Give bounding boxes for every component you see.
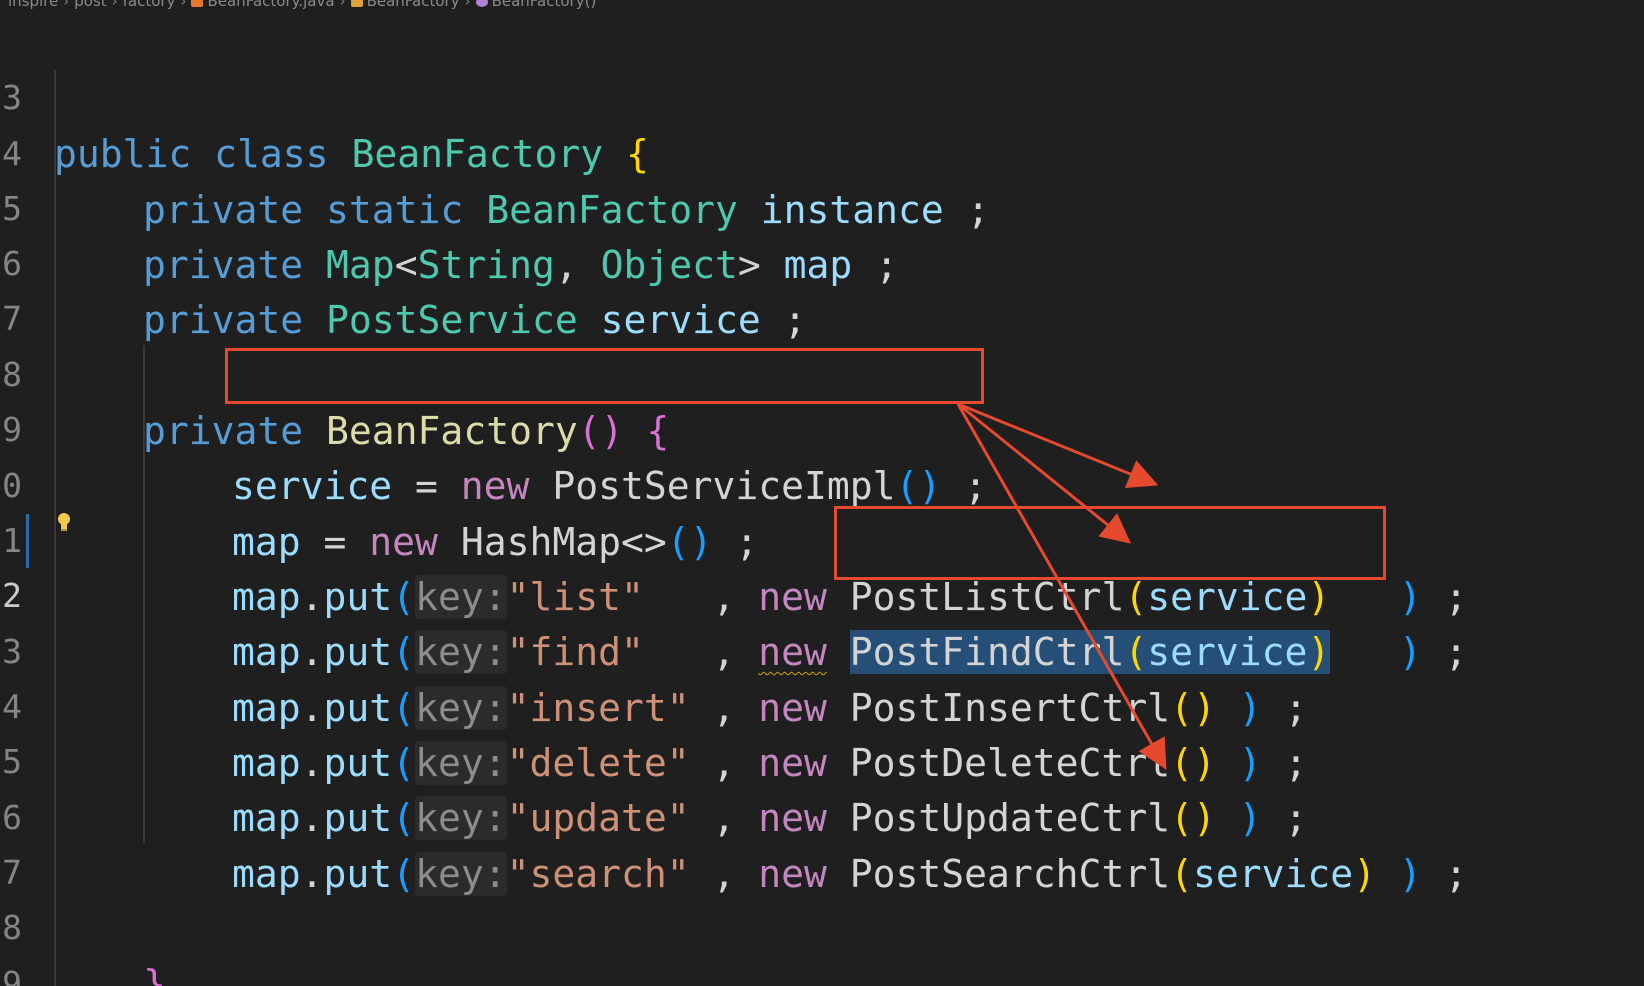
code-line[interactable]: 3 map.put(key:"insert" , new PostInsertC… bbox=[0, 568, 1644, 730]
code-line[interactable]: 7 bbox=[0, 789, 1644, 892]
breadcrumb-item[interactable]: factory bbox=[123, 0, 176, 10]
code-line[interactable]: 8 private BeanFactory() { bbox=[0, 291, 1644, 453]
highlight-box-service-init bbox=[225, 348, 984, 404]
class-icon bbox=[350, 0, 363, 7]
breadcrumb-separator-icon: › bbox=[339, 0, 346, 10]
code-line[interactable]: 4 map.put(key:"delete" , new PostDeleteC… bbox=[0, 623, 1644, 785]
code-line[interactable]: 7 bbox=[0, 235, 1644, 338]
code-line[interactable]: 4 private static BeanFactory instance ; bbox=[0, 70, 1644, 232]
breadcrumb: inspire › post › factory › BeanFactory.java › Be… bbox=[0, 0, 1644, 12]
code-line[interactable]: 8 } bbox=[0, 844, 1644, 986]
code-line[interactable]: 1 map.put(key:"list" , new PostListCtrl(… bbox=[0, 457, 1644, 619]
breadcrumb-separator-icon: › bbox=[464, 0, 471, 10]
breadcrumb-item[interactable]: BeanFactory.java bbox=[207, 0, 334, 10]
breadcrumb-separator-icon: › bbox=[63, 0, 70, 10]
code-editor: inspire › post › factory › BeanFactory.java › Be… bbox=[0, 0, 1644, 986]
code-line[interactable]: 5 private Map<String, Object> map ; bbox=[0, 125, 1644, 287]
code-line[interactable]: 9 bbox=[0, 900, 1644, 986]
code-line[interactable]: 6 private PostService service ; bbox=[0, 180, 1644, 342]
code-line-active[interactable]: 2 map.put(key:"find" , new PostFindCtrl(… bbox=[0, 512, 1644, 674]
breadcrumb-item[interactable]: post bbox=[74, 0, 106, 10]
code-line[interactable]: 0 map = new HashMap<>() ; bbox=[0, 402, 1644, 564]
code-line[interactable]: 5 map.put(key:"update" , new PostUpdateC… bbox=[0, 678, 1644, 840]
breadcrumb-item[interactable]: BeanFactory bbox=[367, 0, 460, 10]
breadcrumb-separator-icon: › bbox=[180, 0, 187, 10]
method-icon bbox=[475, 0, 488, 7]
breadcrumb-item[interactable]: inspire bbox=[8, 0, 58, 10]
code-line[interactable]: 6 map.put(key:"search" , new PostSearchC… bbox=[0, 734, 1644, 896]
line-number: 9 bbox=[2, 964, 22, 986]
breadcrumb-item[interactable]: BeanFactory() bbox=[492, 0, 597, 10]
breadcrumb-separator-icon: › bbox=[111, 0, 118, 10]
highlight-box-find-ctrl bbox=[834, 506, 1386, 580]
java-file-icon bbox=[191, 0, 204, 7]
code-line[interactable]: 3 public class BeanFactory { bbox=[0, 14, 1644, 176]
